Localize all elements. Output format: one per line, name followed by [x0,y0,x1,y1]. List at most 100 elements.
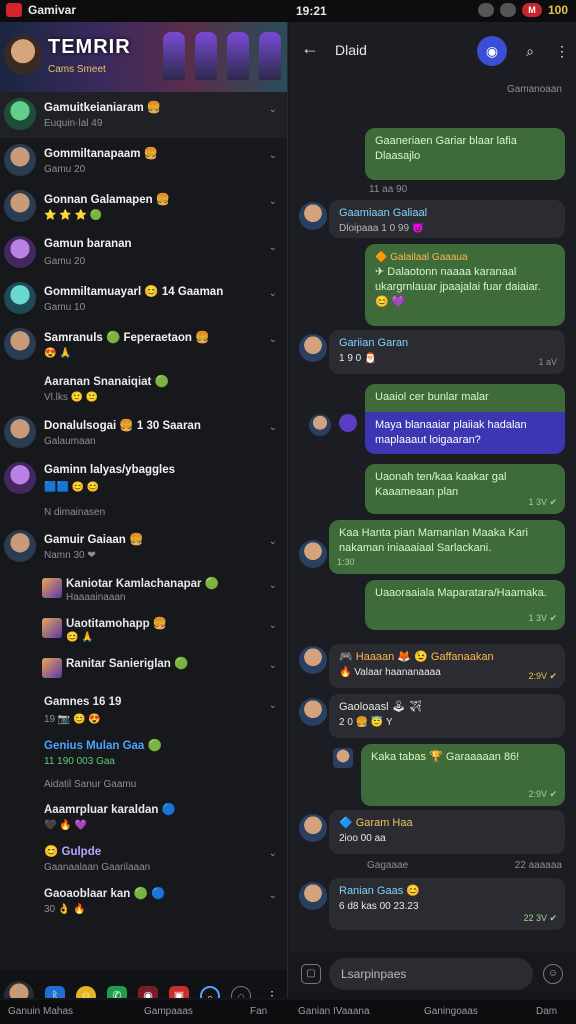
tab-2[interactable]: Gampaaas [144,1006,193,1017]
item-name: Aaranan Snanaiqiat 🟢 [44,376,169,388]
clock: 19:21 [296,4,327,18]
user-icon[interactable]: ◉ [477,36,507,66]
chevron-down-icon[interactable]: ⌄ [269,334,277,345]
sub-item[interactable]: Ranitar Sanieriglan 🟢 ⌄ [0,650,287,690]
search-icon[interactable]: ⌕ [200,986,220,998]
message-meta: 2 0 🍔 😇 Y [339,717,393,728]
chat-item[interactable]: Donalulsogai 🍔 1 30 Saaran Galaumaan ⌄ [0,410,287,456]
chat-item[interactable]: Gamuitkeianiaram 🍔 Euquin·lal 49 ⌄ [0,92,287,138]
message-bubble[interactable]: 🔷 Garam Haa 2ioo 00 aa [329,810,565,854]
emoji-icon[interactable]: ☺ [76,986,96,998]
avatar [299,334,327,362]
chevron-down-icon[interactable]: ⌄ [269,288,277,299]
day-separator: Gagaaae [367,860,409,871]
avatar [4,236,36,268]
conversation-title: Dlaid [335,42,367,58]
avatar [339,414,357,432]
message-bubble[interactable]: Ranian Gaas 😊 6 d8 kas 00 23.23 22 3V ✔ [329,878,565,930]
menu-icon[interactable]: ⋮ [262,986,282,998]
message-bubble[interactable]: 🔶 Galailaal Gaaaua ✈ Dalaotonn naaaa kara… [365,244,565,326]
message-meta: 1 9 0 🎅 [339,353,377,364]
chat-name: Gamun baranan [44,238,132,250]
chat-item[interactable]: Gamuir Gaiaan 🍔 Namn 30 ❤ ⌄ [0,524,287,570]
thumbnail [42,658,62,678]
alarm-icon [499,3,516,17]
chevron-down-icon[interactable]: ⌄ [269,536,277,547]
chevron-down-icon[interactable]: ⌄ [269,660,277,671]
chat-item[interactable]: Gamun baranan Gamu 20 ⌄ [0,230,287,276]
chat-preview: Gamu 20 [44,256,86,267]
message-time: 22 3V ✔ [523,913,557,923]
chevron-down-icon[interactable]: ⌄ [269,242,277,253]
message-text: Gariian Garan [339,337,409,349]
tab-5[interactable]: Ganingoaas [424,1006,478,1017]
avatar [299,202,327,230]
item-preview: 19 📷 😊 😍 [44,714,101,725]
chevron-down-icon[interactable]: ⌄ [269,848,277,859]
list-item[interactable]: Aaamrpluar karaldan 🔵 🖤 🔥 💜 [0,796,287,838]
item-name: Kaniotar Kamlachanapar 🟢 [66,578,220,590]
attachment-icon[interactable]: ▢ [301,964,321,984]
item-name: Ranitar Sanieriglan 🟢 [66,658,189,670]
chevron-down-icon[interactable]: ⌄ [269,422,277,433]
tab-3[interactable]: Fan [250,1006,267,1017]
avatar [4,144,36,176]
item-name: Aaamrpluar karaldan 🔵 [44,804,176,816]
message-bubble[interactable]: Uaonah ten/kaa kaakar gal Kaaameaan plan… [365,464,565,514]
emoji-icon[interactable]: ☺ [543,964,563,984]
list-item[interactable]: Gaoaoblaar kan 🟢 🔵 30 👌 🔥 ⌄ [0,880,287,922]
profile-banner[interactable]: TEMRIR Cams Smeet [0,22,287,92]
chat-item[interactable]: Gommiltamuayarl 😊 14 Gaaman Gamu 10 ⌄ [0,276,287,322]
bluetooth-icon[interactable]: ᛒ [45,986,65,998]
profile-avatar[interactable] [4,981,34,998]
chat-name: Gommiltanapaam 🍔 [44,148,159,160]
chat-name: Gommiltamuayarl 😊 14 Gaaman [44,286,224,298]
message-bubble[interactable]: Kaka tabas 🏆 Garaaaaan 86! 2:9V ✔ [361,744,565,806]
conversation-pane: ← Dlaid ◉ ⌕ ⋮ Gamanoaan Gaaneriaen Garia… [289,22,576,998]
bag-icon[interactable]: ▣ [169,986,189,998]
avatar [333,748,353,768]
tab-1[interactable]: Ganuin Mahas [8,1006,73,1017]
tab-4[interactable]: Ganian IVaaana [298,1006,370,1017]
search-icon[interactable]: ⌕ [515,36,545,66]
list-item[interactable]: 😊 Gulpde Gaanaalaan Gaarilaaan ⌄ [0,838,287,880]
chevron-down-icon[interactable]: ⌄ [269,890,277,901]
highlighted-message[interactable]: Maya blanaaiar plaiiak hadalan maplaaaut… [365,412,565,454]
message-text: 🎮 Haaaan 🦊 😉 Gaffanaakan [339,651,494,663]
list-item[interactable]: Aaranan Snanaiqiat 🟢 Vl.lks 🙂 🙁 [0,368,287,410]
chat-item[interactable]: Gommiltanapaam 🍔 Gamu 20 ⌄ [0,138,287,184]
left-toolbar: ᛒ ☺ ✆ ◉ ▣ ⌕ ◌ ⋮ [0,970,287,998]
message-time: 11 aa 90 [369,184,408,195]
list-item[interactable]: Genius Mulan Gaa 🟢 11 190 003 Gaa [0,732,287,774]
sub-item[interactable]: Uaotitamohapp 🍔 😊 🙏 ⌄ [0,610,287,650]
whatsapp-icon[interactable]: ✆ [107,986,127,998]
chat-item[interactable]: Gonnan Galamapen 🍔 ⭐ ⭐ ⭐ 🟢 ⌄ [0,184,287,230]
item-preview: 🖤 🔥 💜 [44,820,87,831]
chevron-down-icon[interactable]: ⌄ [269,104,277,115]
message-bubble[interactable]: Kaa Hanta pian Mamanlan Maaka Kari nakam… [329,520,565,574]
message-bubble[interactable]: Gaamiaan Galiaal Dloipaaa 1 0 99 😈 [329,200,565,238]
message-bubble[interactable]: Gaoloaasl 🕹 ✈ 2 0 🍔 😇 Y [329,694,565,738]
message-bubble[interactable]: Uaaoraaiala Maparatara/Haamaka. 1 3V ✔ [365,580,565,630]
list-item[interactable]: Gamnes 16 19 19 📷 😊 😍 ⌄ [0,690,287,732]
chevron-down-icon[interactable]: ⌄ [269,196,277,207]
back-arrow-icon[interactable]: ← [301,38,319,59]
chat-item[interactable]: Samranuls 🟢 Feperaetaon 🍔 😍 🙏 ⌄ [0,322,287,368]
chat-item[interactable]: Gaminn lalyas/ybaggles 🟦🟦 😊 😊 [0,456,287,502]
chevron-down-icon[interactable]: ⌄ [269,580,277,591]
chat-preview: Gamu 10 [44,302,86,313]
message-bubble[interactable]: Gaaneriaen Gariar blaar lafia Dlaasajlo [365,128,565,180]
chevron-down-icon[interactable]: ⌄ [269,700,277,711]
message-text: 🔷 Garam Haa [339,817,413,829]
camera-icon[interactable]: ◉ [138,986,158,998]
item-name: Gamnes 16 19 [44,696,122,708]
message-input[interactable]: Lsarpinpaes [329,958,533,990]
message-bubble[interactable]: Gariian Garan 1 9 0 🎅 1 aV [329,330,565,374]
message-bubble[interactable]: 🎮 Haaaan 🦊 😉 Gaffanaakan 🔥 Valaar haanana… [329,644,565,688]
more-circle-icon[interactable]: ◌ [231,986,251,998]
menu-icon[interactable]: ⋮ [547,36,576,66]
sub-item[interactable]: Kaniotar Kamlachanapar 🟢 Haaaainaaan ⌄ [0,570,287,610]
chevron-down-icon[interactable]: ⌄ [269,150,277,161]
chevron-down-icon[interactable]: ⌄ [269,620,277,631]
tab-6[interactable]: Dam [536,1006,557,1017]
